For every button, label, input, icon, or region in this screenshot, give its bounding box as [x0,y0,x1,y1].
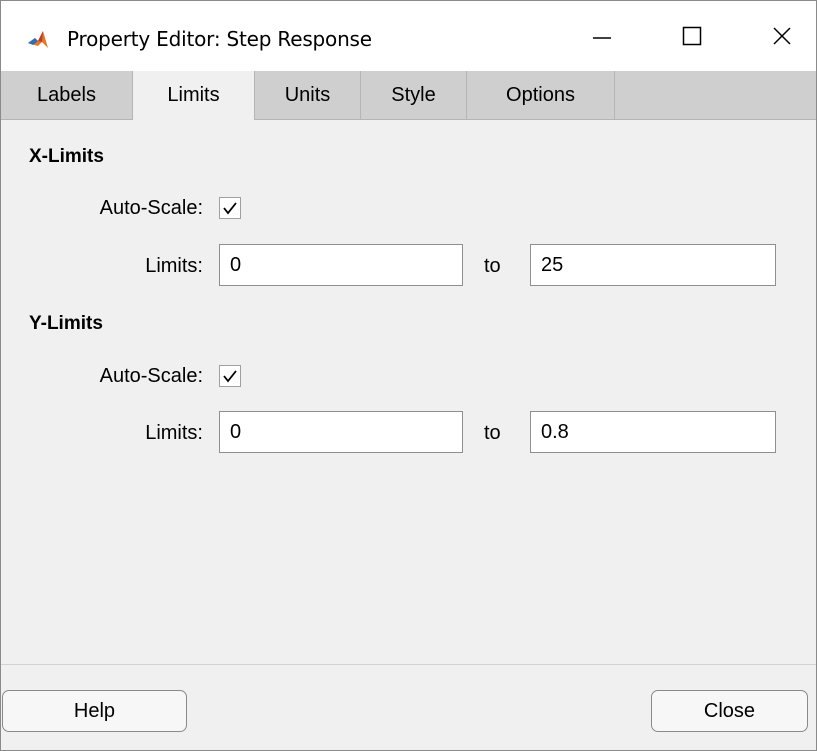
y-limit-max-input[interactable]: 0.8 [530,411,776,453]
x-limits-heading: X-Limits [29,146,104,167]
property-editor-window: Property Editor: Step Response Labels Li… [0,0,817,751]
x-auto-scale-checkbox[interactable] [219,197,241,219]
y-limits-heading: Y-Limits [29,313,103,334]
maximize-button[interactable] [647,1,737,71]
tab-labels[interactable]: Labels [1,71,133,119]
tab-limits[interactable]: Limits [133,71,255,120]
tab-style[interactable]: Style [361,71,467,119]
help-button[interactable]: Help [2,690,187,732]
minimize-icon [593,37,611,39]
footer-divider [1,664,816,665]
x-auto-scale-label: Auto-Scale: [99,197,203,219]
y-limits-label: Limits: [145,422,203,444]
checkmark-icon [223,202,237,215]
y-auto-scale-label: Auto-Scale: [99,365,203,387]
matlab-logo-icon [27,29,49,51]
minimize-button[interactable] [557,1,647,71]
x-limit-max-input[interactable]: 25 [530,244,776,286]
x-limits-label: Limits: [145,255,203,277]
y-to-label: to [484,422,501,444]
maximize-icon [682,26,702,46]
y-auto-scale-checkbox[interactable] [219,365,241,387]
window-title: Property Editor: Step Response [67,27,372,51]
x-limit-min-input[interactable]: 0 [219,244,463,286]
tab-options[interactable]: Options [467,71,615,119]
title-bar: Property Editor: Step Response [1,1,816,71]
tab-units[interactable]: Units [255,71,361,119]
close-icon [773,27,791,45]
checkmark-icon [223,370,237,383]
close-window-button[interactable] [737,1,817,71]
x-to-label: to [484,255,501,277]
close-button[interactable]: Close [651,690,808,732]
y-limit-min-input[interactable]: 0 [219,411,463,453]
tab-strip: Labels Limits Units Style Options [1,71,816,120]
